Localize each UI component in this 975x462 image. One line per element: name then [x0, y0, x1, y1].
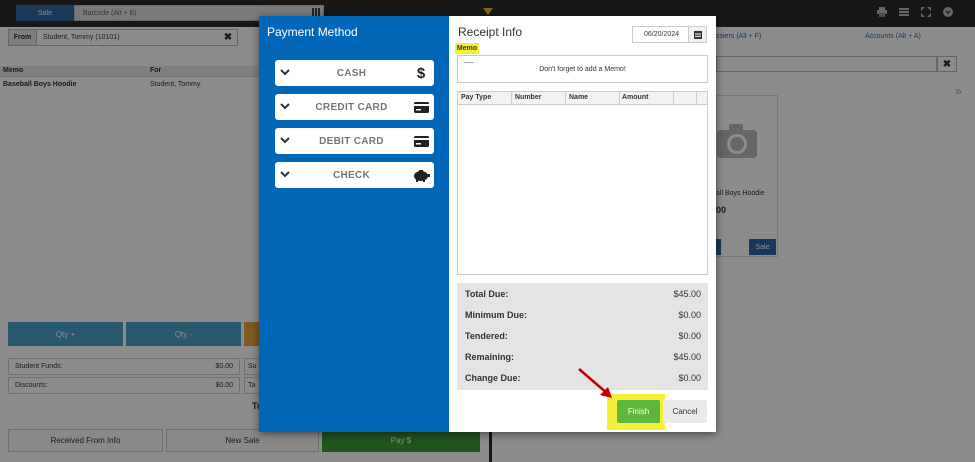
dollar-icon: $: [416, 64, 426, 82]
payment-method-panel: Payment Method CASH $ CREDIT CARD DEBIT …: [259, 16, 449, 432]
memo-input[interactable]: Don't forget to add a Memo!: [457, 55, 708, 83]
arrow-pointer-icon: [576, 366, 616, 402]
payments-table-header: Pay Type Number Name Amount: [458, 92, 707, 105]
chevron-down-icon: [275, 69, 295, 77]
receipt-info-title: Receipt Info: [458, 25, 523, 39]
receipt-date-input[interactable]: 06/20/2024: [632, 26, 691, 43]
col-name: Name: [569, 94, 589, 101]
col-pay-type: Pay Type: [461, 94, 492, 101]
memo-cursor: [464, 62, 474, 63]
chevron-down-icon: [275, 171, 295, 179]
column-separator: [696, 92, 697, 105]
calendar-icon[interactable]: [688, 26, 707, 43]
column-separator: [619, 92, 620, 105]
payment-method-title: Payment Method: [267, 25, 358, 39]
tendered-value: $0.00: [678, 331, 701, 341]
payment-cash-button[interactable]: CASH $: [275, 60, 434, 86]
payment-credit-card-label: CREDIT CARD: [315, 101, 388, 113]
payment-check-button[interactable]: CHECK: [275, 162, 434, 188]
remaining-value: $45.00: [673, 352, 701, 362]
change-due-value: $0.00: [678, 373, 701, 383]
payment-credit-card-button[interactable]: CREDIT CARD: [275, 94, 434, 120]
remaining-label: Remaining:: [465, 352, 515, 362]
payment-check-label: CHECK: [332, 169, 371, 181]
piggy-bank-icon: [408, 169, 434, 182]
total-due-value: $45.00: [673, 289, 701, 299]
minimum-due-value: $0.00: [678, 310, 701, 320]
payment-cash-label: CASH: [336, 67, 367, 79]
payment-modal: Payment Method CASH $ CREDIT CARD DEBIT …: [259, 16, 716, 432]
column-separator: [565, 92, 566, 105]
total-due-label: Total Due:: [465, 289, 509, 299]
minimum-due-label: Minimum Due:: [465, 310, 527, 320]
col-number: Number: [515, 94, 542, 101]
tendered-row: Tendered: $0.00: [465, 331, 701, 341]
memo-label: Memo: [455, 43, 479, 54]
chevron-down-icon: [275, 103, 295, 111]
change-due-label: Change Due:: [465, 373, 521, 383]
column-separator: [511, 92, 512, 105]
column-separator: [673, 92, 674, 105]
chevron-down-icon: [275, 137, 295, 145]
cancel-button[interactable]: Cancel: [663, 400, 707, 423]
payment-debit-card-button[interactable]: DEBIT CARD: [275, 128, 434, 154]
remaining-row: Remaining: $45.00: [465, 352, 701, 362]
total-due-row: Total Due: $45.00: [465, 289, 701, 299]
card-icon: [408, 135, 434, 147]
finish-button[interactable]: Finish: [617, 400, 660, 423]
minimum-due-row: Minimum Due: $0.00: [465, 310, 701, 320]
col-amount: Amount: [622, 94, 649, 101]
tendered-label: Tendered:: [465, 331, 508, 341]
payments-table: Pay Type Number Name Amount: [457, 91, 708, 275]
card-icon: [408, 101, 434, 113]
payment-debit-card-label: DEBIT CARD: [319, 135, 384, 147]
